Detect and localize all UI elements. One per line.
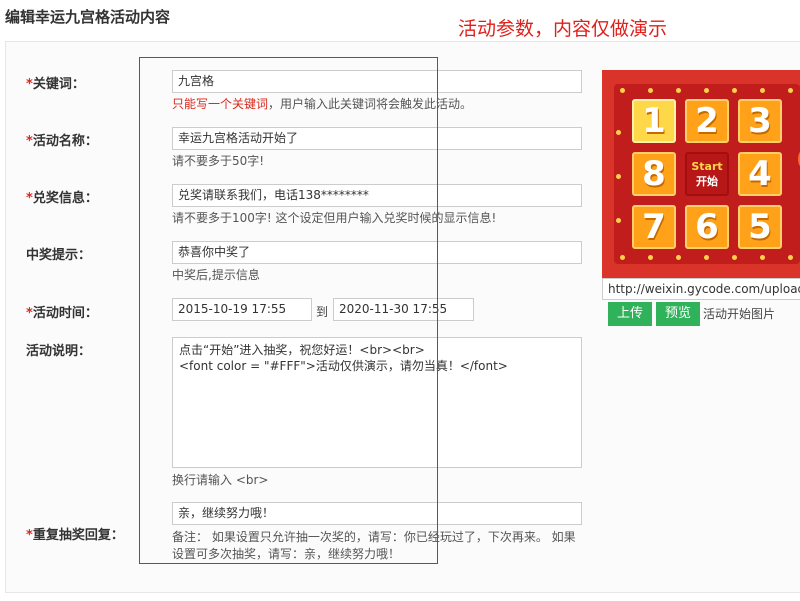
activity-start-image: 1 2 3 8 Start 开始 4 7 6 5 <box>602 70 800 278</box>
start-text: Start <box>691 160 723 173</box>
repeat-reply-label: *重复抽奖回复： <box>26 528 124 543</box>
prize-info-hint: 请不要多于100字! 这个设定但用户输入兑奖时候的显示信息! <box>172 211 497 225</box>
grid-cell-3: 3 <box>738 99 782 143</box>
start-text-cn: 开始 <box>696 175 718 188</box>
win-prompt-input[interactable]: 恭喜你中奖了 <box>172 241 582 264</box>
activity-name-hint: 请不要多于50字! <box>172 154 265 168</box>
win-prompt-label: 中奖提示： <box>26 248 92 263</box>
time-separator: 到 <box>316 305 329 319</box>
light-dot <box>760 255 765 260</box>
prize-info-input[interactable]: 兑奖请联系我们，电话138******** <box>172 184 582 207</box>
light-dot <box>704 255 709 260</box>
demo-note: 活动参数，内容仅做演示 <box>458 18 668 40</box>
repeat-reply-hint-1: 备注： 如果设置只允许抽一次奖的，请写：你已经玩过了，下次再来。 如果 <box>172 530 576 544</box>
grid-cell-2: 2 <box>685 99 729 143</box>
description-hint: 换行请输入 <br> <box>172 473 269 487</box>
win-prompt-hint: 中奖后,提示信息 <box>172 268 260 282</box>
light-dot <box>616 130 621 135</box>
keyword-hint: 只能写一个关键词，用户输入此关键词将会触发此活动。 <box>172 97 473 111</box>
grid-cell-4: 4 <box>738 152 782 196</box>
keyword-label: *关键词： <box>26 77 85 92</box>
grid-cell-8: 8 <box>632 152 676 196</box>
description-line: <font color = "#FFF">活动仅供演示，请勿当真！</font> <box>179 359 508 373</box>
preview-button[interactable]: 预览 <box>656 302 700 326</box>
light-dot <box>788 88 793 93</box>
description-line: 点击“开始”进入抽奖，祝您好运！<br><br> <box>179 343 425 357</box>
light-dot <box>732 88 737 93</box>
light-dot <box>676 88 681 93</box>
activity-name-label: *活动名称： <box>26 134 98 149</box>
upload-button[interactable]: 上传 <box>608 302 652 326</box>
page-title: 编辑幸运九宫格活动内容 <box>5 8 171 26</box>
light-dot <box>616 174 621 179</box>
game-board: 1 2 3 8 Start 开始 4 7 6 5 <box>614 84 800 264</box>
repeat-reply-input[interactable]: 亲，继续努力哦！ <box>172 502 582 525</box>
image-url-input[interactable]: http://weixin.gycode.com/uploads/ <box>602 278 800 300</box>
light-dot <box>648 255 653 260</box>
repeat-reply-hint-2: 设置可多次抽奖，请写：亲，继续努力哦！ <box>172 547 401 561</box>
grid-cell-1: 1 <box>632 99 676 143</box>
grid-cell-5: 5 <box>738 205 782 249</box>
light-dot <box>788 255 793 260</box>
light-dot <box>704 88 709 93</box>
light-dot <box>616 218 621 223</box>
start-time-input[interactable]: 2015-10-19 17:55 <box>172 298 312 321</box>
activity-name-input[interactable]: 幸运九宫格活动开始了 <box>172 127 582 150</box>
activity-time-label: *活动时间： <box>26 306 98 321</box>
keyword-input[interactable]: 九宫格 <box>172 70 582 93</box>
light-dot <box>620 255 625 260</box>
end-time-input[interactable]: 2020-11-30 17:55 <box>333 298 474 321</box>
description-label: 活动说明： <box>26 344 92 359</box>
image-caption: 活动开始图片 <box>703 307 776 321</box>
start-cell: Start 开始 <box>685 152 729 196</box>
prize-info-label: *兑奖信息： <box>26 191 98 206</box>
light-dot <box>620 88 625 93</box>
light-dot <box>760 88 765 93</box>
light-dot <box>676 255 681 260</box>
light-dot <box>732 255 737 260</box>
light-dot <box>648 88 653 93</box>
description-textarea[interactable]: 点击“开始”进入抽奖，祝您好运！<br><br> <font color = "… <box>172 337 582 468</box>
grid-cell-7: 7 <box>632 205 676 249</box>
grid-cell-6: 6 <box>685 205 729 249</box>
